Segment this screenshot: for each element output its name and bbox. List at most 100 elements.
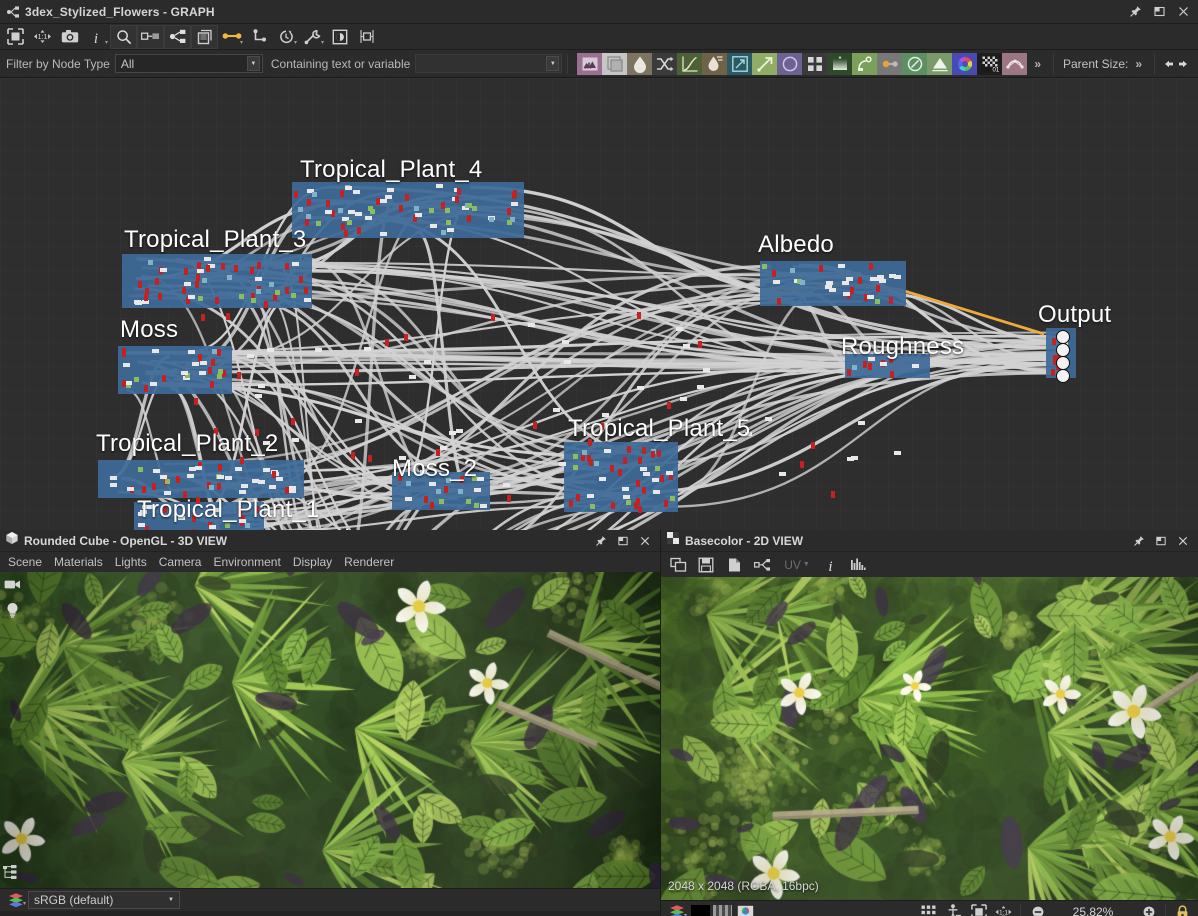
graph-node[interactable] bbox=[439, 498, 445, 504]
node-filter-mesh[interactable] bbox=[1002, 52, 1028, 75]
graph-node[interactable] bbox=[772, 269, 777, 277]
graph-node[interactable] bbox=[867, 363, 872, 371]
graph-node[interactable] bbox=[143, 294, 148, 302]
menu-item-lights[interactable]: Lights bbox=[109, 553, 153, 571]
graph-node[interactable] bbox=[465, 498, 471, 504]
graph-node[interactable] bbox=[874, 299, 880, 305]
graph-node[interactable] bbox=[122, 348, 127, 356]
graph-node[interactable] bbox=[364, 215, 372, 220]
graph-node[interactable] bbox=[399, 205, 404, 213]
maximize-button[interactable] bbox=[1148, 2, 1170, 22]
graph-node[interactable] bbox=[133, 376, 139, 382]
node-filter-svg[interactable] bbox=[602, 52, 628, 75]
graph-node[interactable] bbox=[765, 416, 773, 421]
camera-icon[interactable] bbox=[56, 25, 83, 49]
parent-size-chevron[interactable]: » bbox=[1128, 57, 1149, 71]
graph-node[interactable] bbox=[440, 201, 445, 209]
graph-node[interactable] bbox=[641, 486, 646, 494]
graph-node[interactable] bbox=[208, 485, 214, 491]
graph-node[interactable] bbox=[830, 491, 835, 498]
link-icon[interactable] bbox=[748, 554, 776, 576]
graph-node[interactable] bbox=[254, 276, 262, 281]
graph-node[interactable] bbox=[341, 223, 345, 231]
node-filter-height[interactable] bbox=[927, 52, 953, 75]
graph-node[interactable] bbox=[252, 479, 260, 484]
graph-node[interactable] bbox=[158, 293, 163, 301]
graph-node[interactable] bbox=[267, 348, 275, 353]
2d-viewport[interactable]: 2048 x 2048 (RGBA, 16bpc) bbox=[661, 577, 1198, 900]
graph-node[interactable] bbox=[195, 273, 200, 281]
node-filter-gradient[interactable] bbox=[827, 52, 853, 75]
graph-node[interactable] bbox=[298, 275, 303, 283]
graph-node[interactable] bbox=[385, 338, 390, 346]
graph-node[interactable] bbox=[264, 301, 269, 309]
menu-item-environment[interactable]: Environment bbox=[207, 553, 286, 571]
graph-node[interactable] bbox=[217, 348, 222, 356]
node-filter-splatter[interactable] bbox=[852, 52, 878, 75]
right-angle-wire-icon[interactable] bbox=[245, 25, 272, 49]
graph-node[interactable] bbox=[216, 475, 224, 480]
graph-node[interactable] bbox=[858, 277, 863, 285]
graph-node[interactable] bbox=[502, 483, 510, 488]
node-filter-bitmap[interactable] bbox=[577, 52, 603, 75]
graph-node[interactable] bbox=[175, 475, 180, 483]
uv-dropdown[interactable]: UV ▼ bbox=[776, 554, 816, 576]
graph-node[interactable] bbox=[163, 491, 171, 496]
graph-node[interactable] bbox=[651, 477, 659, 482]
graph-node[interactable] bbox=[269, 281, 275, 287]
graph-node[interactable] bbox=[826, 280, 834, 285]
graph-node[interactable] bbox=[642, 471, 650, 476]
graph-node[interactable] bbox=[473, 502, 479, 508]
node-filter-blur[interactable] bbox=[702, 52, 728, 75]
graph-node[interactable] bbox=[604, 449, 612, 454]
graph-node[interactable] bbox=[379, 231, 387, 236]
info-icon[interactable]: i bbox=[816, 554, 844, 576]
graph-node[interactable] bbox=[429, 502, 434, 510]
graph-node[interactable] bbox=[590, 503, 596, 509]
toolbar-overflow-chevron[interactable]: » bbox=[1027, 57, 1048, 71]
graph-node[interactable] bbox=[256, 262, 261, 270]
graph-node[interactable] bbox=[675, 327, 683, 332]
graph-node[interactable] bbox=[275, 290, 281, 295]
graph-node[interactable] bbox=[202, 278, 208, 284]
graph-node[interactable] bbox=[874, 276, 882, 281]
graph-node[interactable] bbox=[123, 363, 131, 368]
node-filter-normal[interactable] bbox=[902, 52, 928, 75]
graph-node[interactable] bbox=[480, 503, 488, 508]
graph-node[interactable] bbox=[889, 296, 894, 304]
graph-node[interactable] bbox=[436, 488, 442, 494]
graph-node[interactable] bbox=[622, 487, 630, 492]
node-filter-tile[interactable] bbox=[802, 52, 828, 75]
close-button[interactable] bbox=[1172, 531, 1193, 550]
graph-node[interactable] bbox=[187, 295, 195, 300]
graph-node[interactable] bbox=[446, 219, 452, 225]
zoom-1-1-icon[interactable]: 1:1 bbox=[991, 902, 1016, 916]
histogram-icon[interactable] bbox=[844, 554, 872, 576]
graph-node[interactable] bbox=[532, 421, 537, 429]
graph-node[interactable] bbox=[226, 312, 231, 320]
graph-node[interactable] bbox=[656, 449, 661, 457]
menu-item-camera[interactable]: Camera bbox=[153, 553, 208, 571]
graph-node[interactable] bbox=[889, 274, 897, 279]
graph-node[interactable] bbox=[194, 397, 199, 405]
graph-node[interactable] bbox=[474, 487, 482, 492]
zoom-in-button[interactable] bbox=[1136, 902, 1161, 916]
scene-tree-button[interactable] bbox=[2, 864, 18, 885]
node-filter-transform[interactable] bbox=[727, 52, 753, 75]
graph-node[interactable] bbox=[127, 487, 135, 492]
graph-node[interactable] bbox=[610, 464, 615, 472]
graph-node[interactable] bbox=[160, 267, 168, 272]
graph-node[interactable] bbox=[423, 495, 428, 503]
search-icon[interactable] bbox=[110, 24, 137, 49]
graph-node[interactable] bbox=[262, 468, 270, 473]
graph-node[interactable] bbox=[842, 292, 850, 297]
graph-node[interactable] bbox=[289, 489, 297, 494]
graph-node[interactable] bbox=[866, 294, 874, 299]
graph-node[interactable] bbox=[477, 476, 485, 481]
graph-node[interactable] bbox=[217, 464, 222, 472]
preview-sphere-icon[interactable] bbox=[326, 25, 353, 49]
fit-to-view-icon[interactable] bbox=[966, 902, 991, 916]
graph-node[interactable] bbox=[880, 361, 888, 366]
graph-node[interactable] bbox=[568, 499, 573, 507]
graph-node[interactable] bbox=[234, 466, 242, 471]
